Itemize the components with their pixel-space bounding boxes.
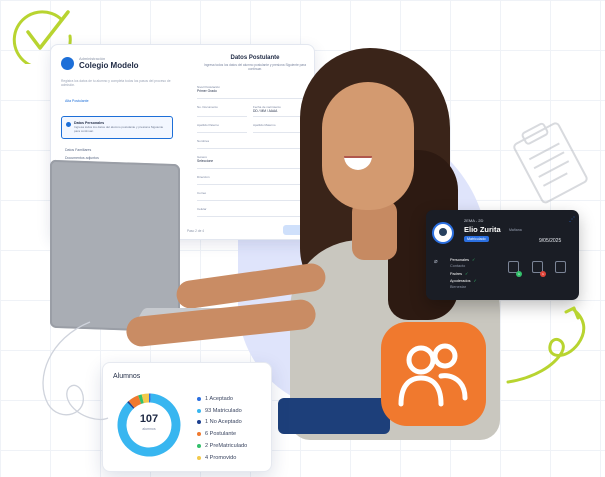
student-shift: Mañana [509,228,522,232]
legend-bullet [197,420,201,425]
legend-item: 4 Promovido [197,452,247,464]
stats-total-label: alumnos [142,427,156,431]
row-label: Personales [450,258,469,262]
row-label: Contacto [450,264,466,268]
row-personales: Personales ✓ [450,257,475,262]
group-users-icon [398,343,468,407]
legend-item: 93 Matriculado [197,405,247,417]
status-badge: Matriculado [464,236,489,242]
donut-segment [141,393,150,404]
row-contacto: Contacto [450,264,465,268]
row-label: Apoderados [450,279,471,283]
step-datos-familiares[interactable]: Datos Familiares [65,148,91,152]
phone-label: Celular [197,207,207,211]
row-padres: Padres ✓ [450,271,468,276]
donut-segment [138,394,144,404]
check-icon: ✓ [473,279,477,283]
lastname-maternal-field[interactable]: Apellido Materno [253,123,305,133]
school-name: Colegio Modelo [79,61,139,70]
form-description: Registra los datos de tu alumno y comple… [61,79,171,88]
person-belt [278,398,390,434]
step-datos-personales[interactable]: Datos Personales Ingresa todos los datos… [61,116,173,139]
row-apoderados: Apoderados ✓ [450,278,477,283]
student-date: 9/05/2025 [539,238,562,244]
students-stats-card: Alumnos 107 alumnos 1 Aceptado 93 Matric… [102,362,272,472]
stats-title: Alumnos [113,373,141,380]
row-label: Padres [450,272,463,276]
legend-item: 2 PreMatriculado [197,440,247,452]
paperclip-icon[interactable]: ⌀ [434,258,438,265]
legend-label: 4 Promovido [205,454,237,461]
names-field[interactable]: Nombres [197,139,307,149]
document-icon[interactable] [555,261,566,273]
decorative-arrow-swirl [506,306,586,384]
email-field[interactable]: Correo [197,191,307,201]
name-label: Nombres [197,139,210,143]
check-icon: ✓ [472,258,476,262]
active-step-dot [66,122,71,127]
clipboard-icon [513,122,588,204]
gender-value: Seleccione [197,159,214,163]
legend-label: 93 Matriculado [205,407,242,414]
legend-label: 1 No Aceptado [205,419,242,426]
form-title: Datos Postulante [230,55,280,61]
legend-label: 2 PreMatriculado [205,443,248,450]
legend-bullet [197,432,201,437]
legend-item: 1 No Aceptado [197,417,247,429]
legend-label: 1 Aceptado [205,395,233,402]
group-users-tile [381,322,486,426]
donut-segment [127,401,135,409]
check-icon: ✓ [465,272,469,276]
level-value: Primer Grado [197,89,217,93]
lastname1-label: Apellido Paterno [197,123,220,127]
doc-badge-green: 1 [516,271,522,277]
legend-label: 6 Postulante [205,431,237,438]
dni-label: No. Documento [197,105,218,109]
doc-badge-red: 1 [540,271,546,277]
school-logo-icon [61,57,74,70]
donut-segment [117,393,181,457]
legend-bullet [197,408,201,413]
student-card[interactable]: 2EMA - 2D Elio Zurita Mañana Matriculado… [426,210,579,300]
legend-item: 6 Postulante [197,428,247,440]
lastname2-label: Apellido Materno [253,123,276,127]
laptop-lid [50,159,180,333]
student-name: Elio Zurita [464,225,501,234]
students-donut-chart [117,393,181,457]
student-grade: 2EMA - 2D [464,218,484,223]
form-footer: Paso 2 de 4 [187,229,205,233]
card-menu-icon[interactable]: ⋰ [569,216,575,223]
form-subtitle: Ingresa todos los datos del alumno postu… [203,63,307,71]
step-documentos[interactable]: Documentos adjuntos [65,156,99,160]
avatar [432,222,454,244]
decorative-swirl [42,321,109,421]
legend-bullet [197,396,201,401]
birth-value: DD / MM / AAAA [253,109,278,113]
address-label: Dirección [197,175,210,179]
gender-select[interactable]: Género Seleccione [197,155,307,169]
stats-legend: 1 Aceptado 93 Matriculado 1 No Aceptado … [197,393,247,464]
email-label: Correo [197,191,207,195]
row-bienestar: Bienestar [450,285,466,289]
donut-segment [128,395,142,408]
phone-field[interactable]: Celular [197,207,307,217]
birth-date-field[interactable]: Fecha de nacimiento DD / MM / AAAA [253,105,305,117]
stats-total: 107 [139,413,159,425]
lastname-paternal-field[interactable]: Apellido Paterno [197,123,247,133]
legend-item: 1 Aceptado [197,393,247,405]
person-face [322,82,414,210]
level-select[interactable]: Nivel Postulación Primer Grado [197,85,307,99]
legend-bullet [197,455,201,460]
step-description: Ingresa todos los datos del alumno postu… [74,125,164,133]
address-field[interactable]: Dirección [197,175,307,185]
legend-bullet [197,444,201,449]
step-alta-postulante[interactable]: Alta Postulante [65,99,89,103]
dni-field[interactable]: No. Documento [197,105,247,117]
row-label: Bienestar [450,285,467,289]
